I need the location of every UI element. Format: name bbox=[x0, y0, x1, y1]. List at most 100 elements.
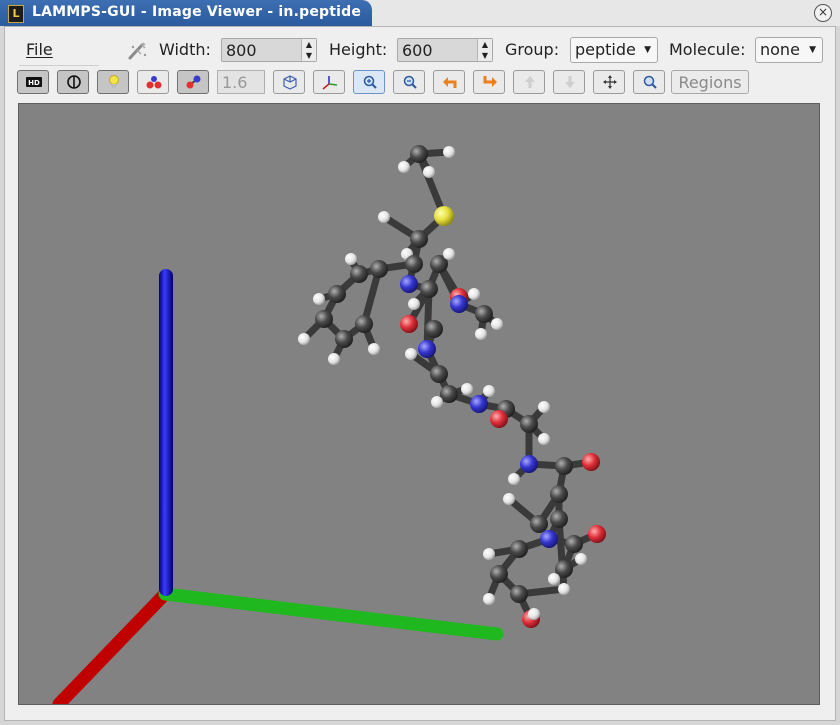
atom-c bbox=[315, 310, 333, 328]
atom-c bbox=[405, 255, 423, 273]
file-menu-label: File bbox=[26, 40, 53, 59]
lighting-toggle-button[interactable] bbox=[97, 70, 129, 94]
hd-toggle-button[interactable]: HD bbox=[17, 70, 49, 94]
rotate-down-icon bbox=[565, 76, 575, 88]
group-combobox[interactable]: peptide ▼ bbox=[570, 37, 658, 63]
move-icon bbox=[603, 75, 617, 89]
atom-n bbox=[450, 295, 468, 313]
atom-c bbox=[355, 315, 373, 333]
reset-view-button[interactable] bbox=[633, 70, 665, 94]
bond-scale-value: 1.6 bbox=[222, 73, 248, 92]
atom-o bbox=[588, 525, 606, 543]
atom-h bbox=[483, 593, 495, 605]
lammps-app-icon: L bbox=[8, 5, 24, 23]
height-spin-arrows-icon[interactable]: ▲ ▼ bbox=[477, 39, 492, 61]
hd-icon: HD bbox=[26, 77, 42, 87]
atom-h bbox=[423, 166, 435, 178]
box-icon bbox=[283, 75, 297, 90]
atom-o bbox=[400, 315, 418, 333]
rotate-right-button[interactable] bbox=[473, 70, 505, 94]
atom-h bbox=[503, 493, 515, 505]
atom-h bbox=[468, 288, 480, 300]
atom-h bbox=[328, 353, 340, 365]
lightbulb-icon bbox=[109, 75, 119, 88]
rotate-left-icon bbox=[443, 77, 457, 88]
regions-button[interactable]: Regions bbox=[671, 70, 749, 94]
rendered-image-viewport[interactable] bbox=[18, 103, 820, 705]
rotate-down-button[interactable] bbox=[553, 70, 585, 94]
width-spinbox[interactable]: 800 ▲ ▼ bbox=[221, 38, 317, 62]
atom-c bbox=[550, 485, 568, 503]
atom-c bbox=[530, 515, 548, 533]
atom-h bbox=[548, 573, 560, 585]
atom-c bbox=[328, 285, 346, 303]
recenter-button[interactable] bbox=[593, 70, 625, 94]
atom-c bbox=[425, 320, 443, 338]
atom-c bbox=[510, 540, 528, 558]
atom-c bbox=[510, 585, 528, 603]
atom-h bbox=[483, 548, 495, 560]
chevron-down-icon: ▼ bbox=[809, 45, 816, 55]
box-toggle-button[interactable] bbox=[273, 70, 305, 94]
chevron-down-icon: ▼ bbox=[644, 45, 651, 55]
close-window-button[interactable]: × bbox=[814, 4, 832, 22]
zoom-out-button[interactable] bbox=[393, 70, 425, 94]
atom-h bbox=[538, 401, 550, 413]
height-spinbox[interactable]: 600 ▲ ▼ bbox=[397, 38, 493, 62]
bond bbox=[415, 150, 448, 220]
image-viewer-frame: File Width: 800 ▲ ▼ Height: 600 ▲ ▼ Group:… bbox=[4, 26, 836, 721]
title-bar[interactable]: L LAMMPS-GUI - Image Viewer - in.peptide… bbox=[0, 0, 840, 26]
atom-h bbox=[398, 161, 410, 173]
atom-c bbox=[520, 415, 538, 433]
window-title: LAMMPS-GUI - Image Viewer - in.peptide bbox=[32, 4, 362, 20]
image-toolbar: HD 1.6 Regions bbox=[17, 70, 817, 98]
rotate-left-button[interactable] bbox=[433, 70, 465, 94]
title-tab: L LAMMPS-GUI - Image Viewer - in.peptide bbox=[0, 0, 372, 26]
atom-c bbox=[350, 265, 368, 283]
magnifier-reset-icon bbox=[643, 75, 657, 89]
atom-c bbox=[555, 457, 573, 475]
axes-toggle-button[interactable] bbox=[313, 70, 345, 94]
atom-h bbox=[443, 248, 455, 260]
x-axis-arrow bbox=[52, 587, 172, 704]
atom-o bbox=[490, 410, 508, 428]
atom-h bbox=[298, 333, 310, 345]
molecule-label: Molecule: bbox=[669, 40, 746, 59]
atom-n bbox=[540, 530, 558, 548]
rotate-right-icon bbox=[483, 76, 497, 87]
atoms-icon bbox=[146, 76, 162, 89]
file-menu[interactable]: File bbox=[19, 37, 99, 66]
atom-o bbox=[582, 453, 600, 471]
svg-text:HD: HD bbox=[28, 79, 40, 87]
atom-c bbox=[370, 260, 388, 278]
height-label: Height: bbox=[329, 40, 388, 59]
rotate-up-icon bbox=[525, 76, 535, 88]
atom-h bbox=[483, 385, 495, 397]
atom-h bbox=[431, 396, 443, 408]
molecule-render bbox=[52, 145, 606, 704]
atom-h bbox=[538, 433, 550, 445]
atom-c bbox=[565, 535, 583, 553]
atom-h bbox=[405, 348, 417, 360]
atom-c bbox=[430, 365, 448, 383]
zoom-in-button[interactable] bbox=[353, 70, 385, 94]
atom-h bbox=[461, 383, 473, 395]
atom-h bbox=[475, 328, 487, 340]
atom-c bbox=[420, 280, 438, 298]
bond-scale-spinbox[interactable]: 1.6 bbox=[217, 70, 265, 94]
shiny-toggle-button[interactable] bbox=[57, 70, 89, 94]
width-spin-arrows-icon[interactable]: ▲ ▼ bbox=[301, 39, 316, 61]
atom-c bbox=[335, 330, 353, 348]
atom-h bbox=[558, 583, 570, 595]
atom-n bbox=[418, 340, 436, 358]
atom-n bbox=[400, 275, 418, 293]
molecule-combobox[interactable]: none ▼ bbox=[755, 37, 823, 63]
atom-c bbox=[490, 565, 508, 583]
bond-toggle-button[interactable] bbox=[177, 70, 209, 94]
axes-icon bbox=[322, 76, 338, 90]
render-settings-icon bbox=[128, 42, 147, 60]
group-value: peptide bbox=[575, 40, 636, 59]
rotate-up-button[interactable] bbox=[513, 70, 545, 94]
vdw-toggle-button[interactable] bbox=[137, 70, 169, 94]
settings-row: File Width: 800 ▲ ▼ Height: 600 ▲ ▼ Group:… bbox=[5, 35, 835, 66]
